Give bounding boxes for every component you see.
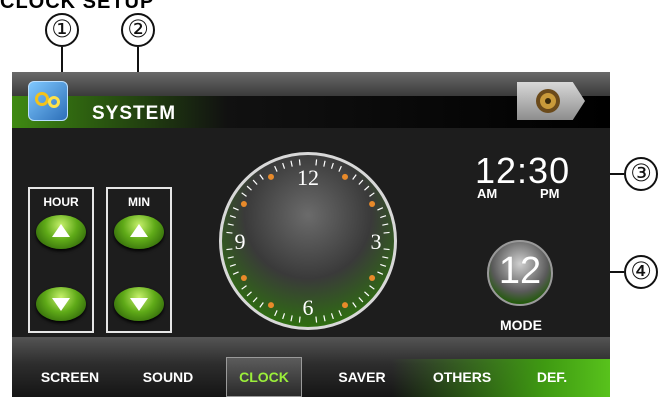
system-gear-icon[interactable] (28, 81, 68, 121)
minute-tick (259, 302, 264, 308)
tab-screen[interactable]: SCREEN (30, 357, 110, 397)
minute-tick (298, 316, 301, 323)
minute-tick (282, 313, 286, 320)
minute-tick (358, 179, 364, 185)
screen-title: SYSTEM (92, 103, 177, 124)
minute-tick (226, 231, 233, 234)
minute-tick (380, 215, 387, 219)
minute-tick (358, 297, 364, 303)
minute-tick (229, 215, 236, 219)
hour-panel: HOUR (28, 187, 94, 333)
hour-down-button[interactable] (36, 287, 86, 321)
callout-3: ③ (624, 157, 658, 191)
clock-face: 12 3 6 9 (226, 159, 390, 323)
minute-tick (229, 263, 236, 267)
minute-tick (246, 291, 252, 297)
arrow-down-icon (130, 298, 148, 311)
minute-tick (323, 160, 326, 167)
hour-dot (369, 201, 376, 207)
minute-tick (382, 256, 389, 259)
minute-tick (377, 271, 384, 275)
minute-tick (338, 310, 342, 317)
minute-tick (323, 315, 326, 322)
minute-tick (352, 302, 357, 308)
minute-tick (227, 256, 234, 259)
arrow-down-icon (52, 298, 70, 311)
callout-2: ② (121, 13, 155, 47)
arrow-up-icon (52, 224, 70, 237)
speaker-button[interactable] (517, 82, 585, 120)
tab-others[interactable]: OTHERS (422, 357, 502, 397)
callout-1: ① (45, 13, 79, 47)
clock-numeral-9: 9 (235, 229, 246, 254)
minute-tick (252, 297, 258, 303)
minute-tick (338, 165, 342, 172)
hour-up-button[interactable] (36, 215, 86, 249)
hour-dot (268, 173, 274, 180)
minute-tick (377, 207, 384, 211)
minute-tick (246, 185, 252, 191)
clock-numeral-3: 3 (371, 229, 382, 254)
minute-tick (290, 315, 293, 322)
min-label: MIN (128, 195, 150, 209)
hour-dot (268, 302, 274, 309)
page-heading: CLOCK SETUP (0, 0, 155, 13)
minute-tick (380, 263, 387, 267)
hour-label: HOUR (43, 195, 79, 209)
arrow-up-icon (130, 224, 148, 237)
callout-4: ④ (624, 255, 658, 289)
minute-tick (252, 179, 258, 185)
minute-tick (382, 223, 389, 226)
minute-tick (259, 174, 264, 180)
mode-label: MODE (500, 317, 542, 333)
minute-tick (227, 223, 234, 226)
min-panel: MIN (106, 187, 172, 333)
speaker-icon (536, 89, 560, 113)
device-screen: SYSTEM HOUR MIN 12 3 6 9 12:30 AM PM 12 … (12, 72, 610, 397)
hour-dot (342, 302, 348, 309)
tab-sound[interactable]: SOUND (128, 357, 208, 397)
hour-dot (369, 275, 376, 281)
minute-tick (274, 310, 278, 317)
minute-tick (290, 160, 293, 167)
minute-tick (232, 207, 239, 211)
am-label: AM (477, 186, 498, 201)
hour-dot (342, 173, 348, 180)
minute-tick (315, 316, 318, 323)
minute-tick (226, 248, 233, 251)
tab-saver[interactable]: SAVER (324, 357, 400, 397)
tab-clock[interactable]: CLOCK (226, 357, 302, 397)
hour-dot (240, 201, 247, 207)
pm-label: PM (540, 186, 560, 201)
minute-tick (232, 271, 239, 275)
minute-tick (369, 285, 375, 290)
minute-tick (364, 185, 370, 191)
clock-numeral-6: 6 (303, 295, 314, 320)
minute-tick (383, 248, 390, 251)
tab-bar: SCREEN SOUND CLOCK SAVER OTHERS DEF. (12, 337, 610, 397)
min-down-button[interactable] (114, 287, 164, 321)
analog-clock: 12 3 6 9 (219, 152, 397, 330)
hour-dot (240, 275, 247, 281)
minute-tick (274, 165, 278, 172)
minute-tick (369, 192, 375, 197)
clock-numeral-12: 12 (297, 165, 319, 190)
minute-tick (330, 162, 334, 169)
minute-tick (364, 291, 370, 297)
minute-tick (330, 313, 334, 320)
mode-button[interactable]: 12 (487, 240, 553, 306)
minute-tick (241, 192, 247, 197)
minute-tick (241, 285, 247, 290)
minute-tick (383, 231, 390, 234)
minute-tick (282, 162, 286, 169)
tab-def[interactable]: DEF. (522, 357, 582, 397)
min-up-button[interactable] (114, 215, 164, 249)
minute-tick (352, 174, 357, 180)
